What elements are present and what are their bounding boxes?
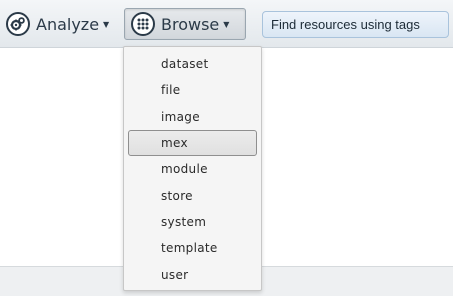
browse-menu-button[interactable]: Browse ▼ [124,8,246,40]
gears-icon [6,12,30,36]
grid-icon [131,12,155,36]
menu-item-mex[interactable]: mex [128,129,257,157]
top-toolbar: Analyze ▼ Browse ▼ [0,0,453,48]
analyze-menu-button[interactable]: Analyze ▼ [4,8,122,40]
menu-item-file[interactable]: file [128,77,257,103]
browse-dropdown-menu: dataset file image mex module store syst… [123,46,262,291]
menu-item-module[interactable]: module [128,156,257,182]
menu-item-user[interactable]: user [128,261,257,287]
menu-item-template[interactable]: template [128,235,257,261]
caret-down-icon: ▼ [223,19,230,29]
menu-item-dataset[interactable]: dataset [128,51,257,77]
caret-down-icon: ▼ [103,19,110,29]
tag-search-input[interactable] [262,11,449,38]
analyze-label: Analyze [36,14,100,34]
menu-item-image[interactable]: image [128,104,257,130]
menu-item-system[interactable]: system [128,209,257,235]
menu-item-store[interactable]: store [128,182,257,208]
browse-label: Browse [161,14,220,34]
